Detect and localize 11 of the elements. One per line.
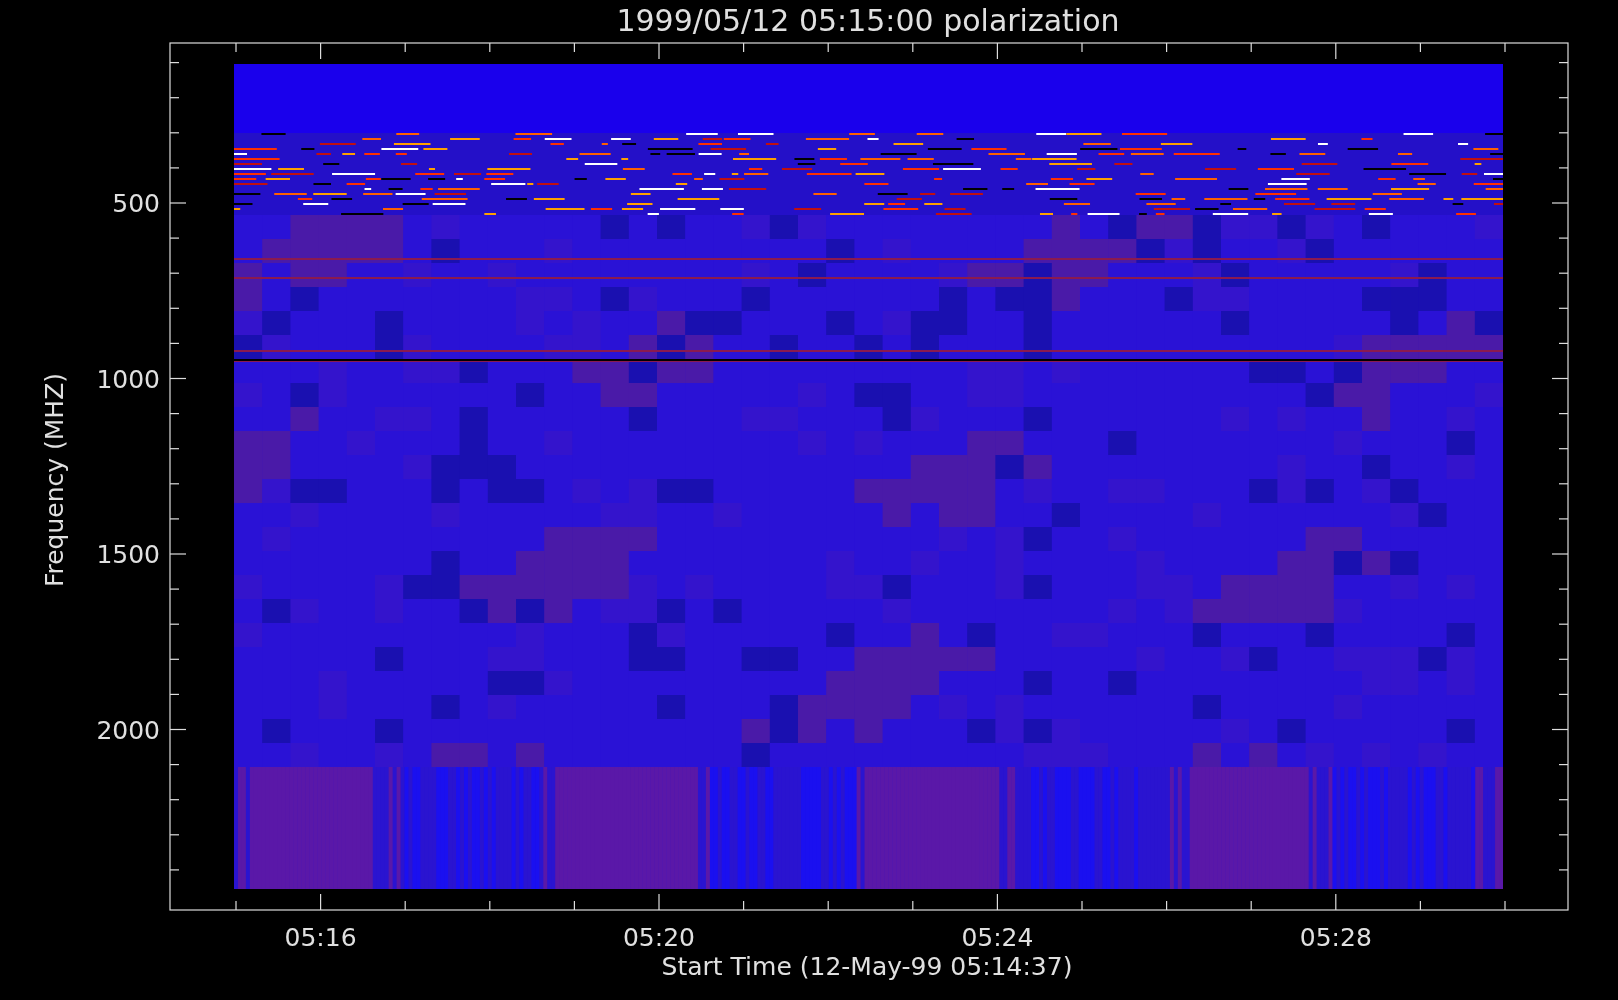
axis-title: Start Time (12-May-99 05:14:37)	[661, 952, 1073, 981]
axis-tick-label: 500	[112, 189, 160, 218]
axis-tick-label: 1000	[96, 364, 160, 394]
axis-title: Frequency (MHZ)	[40, 372, 69, 588]
plot-title: 1999/05/12 05:15:00 polarization	[616, 3, 1120, 38]
axis-tick-label: 05:24	[961, 923, 1034, 952]
axis-tick-label: 05:28	[1299, 923, 1372, 952]
axis-tick-label: 05:16	[284, 923, 357, 952]
axis-tick-label: 05:20	[623, 923, 695, 952]
axis-tick-label: 2000	[96, 715, 160, 745]
axis-tick-label: 1500	[96, 540, 160, 569]
